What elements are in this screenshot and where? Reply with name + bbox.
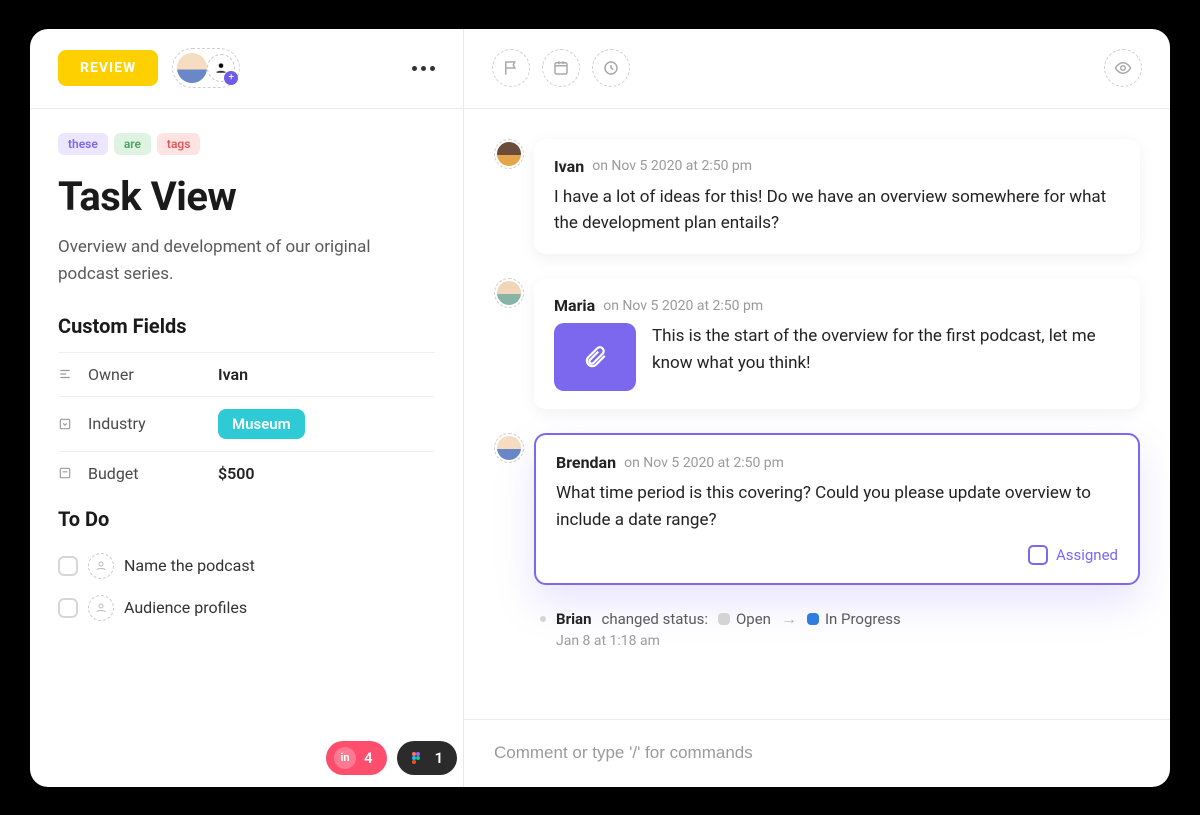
eye-icon bbox=[1114, 59, 1132, 77]
checkbox[interactable] bbox=[58, 598, 78, 618]
todo-label: To Do bbox=[58, 507, 435, 531]
tags-row: these are tags bbox=[58, 133, 435, 155]
right-header bbox=[464, 29, 1170, 109]
comment-author: Ivan bbox=[554, 157, 584, 176]
comment-card[interactable]: Maria on Nov 5 2020 at 2:50 pm This is t… bbox=[534, 278, 1140, 409]
avatar-ring bbox=[494, 433, 524, 463]
status-action: changed status: bbox=[601, 610, 707, 628]
field-budget[interactable]: Budget $500 bbox=[58, 451, 435, 495]
status-from: Open bbox=[718, 610, 771, 628]
flag-icon bbox=[502, 59, 520, 77]
left-header: REVIEW + bbox=[30, 29, 463, 109]
comment-body-text: This is the start of the overview for th… bbox=[652, 323, 1120, 376]
comment-input[interactable] bbox=[494, 743, 1140, 763]
todo-list: Name the podcast Audience profiles bbox=[58, 545, 435, 629]
field-label: Industry bbox=[88, 414, 218, 433]
watch-button[interactable] bbox=[1104, 49, 1142, 87]
avatar bbox=[497, 436, 521, 460]
status-user: Brian bbox=[556, 610, 591, 628]
comment-body: I have a lot of ideas for this! Do we ha… bbox=[554, 184, 1120, 237]
assignee-group[interactable]: + bbox=[172, 48, 240, 88]
industry-chip[interactable]: Museum bbox=[218, 409, 305, 439]
avatar-ring bbox=[494, 278, 524, 308]
right-pane: Ivan on Nov 5 2020 at 2:50 pm I have a l… bbox=[464, 29, 1170, 787]
clock-icon bbox=[602, 59, 620, 77]
comment-author: Maria bbox=[554, 296, 595, 315]
todo-text: Name the podcast bbox=[124, 556, 255, 575]
comment: Maria on Nov 5 2020 at 2:50 pm This is t… bbox=[494, 278, 1140, 409]
field-value: $500 bbox=[218, 464, 255, 483]
todo-item[interactable]: Audience profiles bbox=[58, 587, 435, 629]
tag[interactable]: tags bbox=[157, 133, 200, 155]
left-content: these are tags Task View Overview and de… bbox=[30, 109, 463, 639]
time-button[interactable] bbox=[592, 49, 630, 87]
left-pane: REVIEW + these are tags Task View Overvi… bbox=[30, 29, 464, 787]
field-value: Ivan bbox=[218, 365, 248, 384]
avatar bbox=[497, 142, 521, 166]
add-assignee-button[interactable]: + bbox=[207, 54, 235, 82]
figma-pill[interactable]: 1 bbox=[397, 741, 458, 775]
assigned-row[interactable]: Assigned bbox=[556, 545, 1118, 565]
tag[interactable]: these bbox=[58, 133, 108, 155]
paperclip-icon bbox=[582, 344, 608, 370]
invision-icon: in bbox=[334, 747, 356, 769]
dropdown-icon bbox=[58, 417, 78, 431]
assign-button[interactable] bbox=[88, 595, 114, 621]
assigned-label: Assigned bbox=[1056, 546, 1118, 564]
comment-body: What time period is this covering? Could… bbox=[556, 480, 1118, 533]
avatar-ring bbox=[494, 139, 524, 169]
todo-text: Audience profiles bbox=[124, 598, 247, 617]
avatar bbox=[177, 53, 207, 83]
attachment-button[interactable] bbox=[554, 323, 636, 391]
status-to: In Progress bbox=[807, 610, 901, 628]
plus-icon: + bbox=[224, 71, 238, 85]
comment-time: on Nov 5 2020 at 2:50 pm bbox=[592, 158, 752, 174]
field-industry[interactable]: Industry Museum bbox=[58, 396, 435, 451]
field-label: Owner bbox=[88, 365, 218, 384]
date-button[interactable] bbox=[542, 49, 580, 87]
bottom-pills: in 4 1 bbox=[326, 741, 457, 775]
field-label: Budget bbox=[88, 464, 218, 483]
lines-icon bbox=[58, 367, 78, 381]
status-button[interactable]: REVIEW bbox=[58, 50, 158, 86]
figma-icon bbox=[405, 747, 427, 769]
arrow-icon: → bbox=[781, 609, 797, 629]
checkbox[interactable] bbox=[58, 556, 78, 576]
invision-pill[interactable]: in 4 bbox=[326, 741, 387, 775]
assign-button[interactable] bbox=[88, 553, 114, 579]
field-owner[interactable]: Owner Ivan bbox=[58, 352, 435, 396]
comment-author: Brendan bbox=[556, 453, 616, 472]
status-swatch bbox=[807, 613, 819, 625]
todo-item[interactable]: Name the podcast bbox=[58, 545, 435, 587]
task-description[interactable]: Overview and development of our original… bbox=[58, 234, 378, 288]
custom-fields-label: Custom Fields bbox=[58, 314, 435, 338]
comment-card[interactable]: Ivan on Nov 5 2020 at 2:50 pm I have a l… bbox=[534, 139, 1140, 255]
avatar bbox=[497, 281, 521, 305]
pill-count: 4 bbox=[364, 749, 373, 767]
flag-button[interactable] bbox=[492, 49, 530, 87]
bullet-icon bbox=[540, 616, 546, 622]
comment-card-highlighted[interactable]: Brendan on Nov 5 2020 at 2:50 pm What ti… bbox=[534, 433, 1140, 585]
comment: Brendan on Nov 5 2020 at 2:50 pm What ti… bbox=[494, 433, 1140, 585]
comment-time: on Nov 5 2020 at 2:50 pm bbox=[603, 298, 763, 314]
comment: Ivan on Nov 5 2020 at 2:50 pm I have a l… bbox=[494, 139, 1140, 255]
pill-count: 1 bbox=[435, 749, 444, 767]
tag[interactable]: are bbox=[114, 133, 151, 155]
task-app: REVIEW + these are tags Task View Overvi… bbox=[30, 29, 1170, 787]
assigned-checkbox[interactable] bbox=[1028, 545, 1048, 565]
status-change: Brian changed status: Open → In Progress… bbox=[494, 609, 1140, 649]
comment-time: on Nov 5 2020 at 2:50 pm bbox=[624, 455, 784, 471]
comments-panel: Ivan on Nov 5 2020 at 2:50 pm I have a l… bbox=[464, 109, 1170, 719]
dropdown-icon bbox=[58, 466, 78, 480]
calendar-icon bbox=[552, 59, 570, 77]
more-menu-button[interactable] bbox=[412, 66, 435, 71]
status-date: Jan 8 at 1:18 am bbox=[540, 633, 1140, 649]
status-swatch bbox=[718, 613, 730, 625]
comment-footer bbox=[464, 719, 1170, 787]
task-title[interactable]: Task View bbox=[58, 173, 435, 220]
